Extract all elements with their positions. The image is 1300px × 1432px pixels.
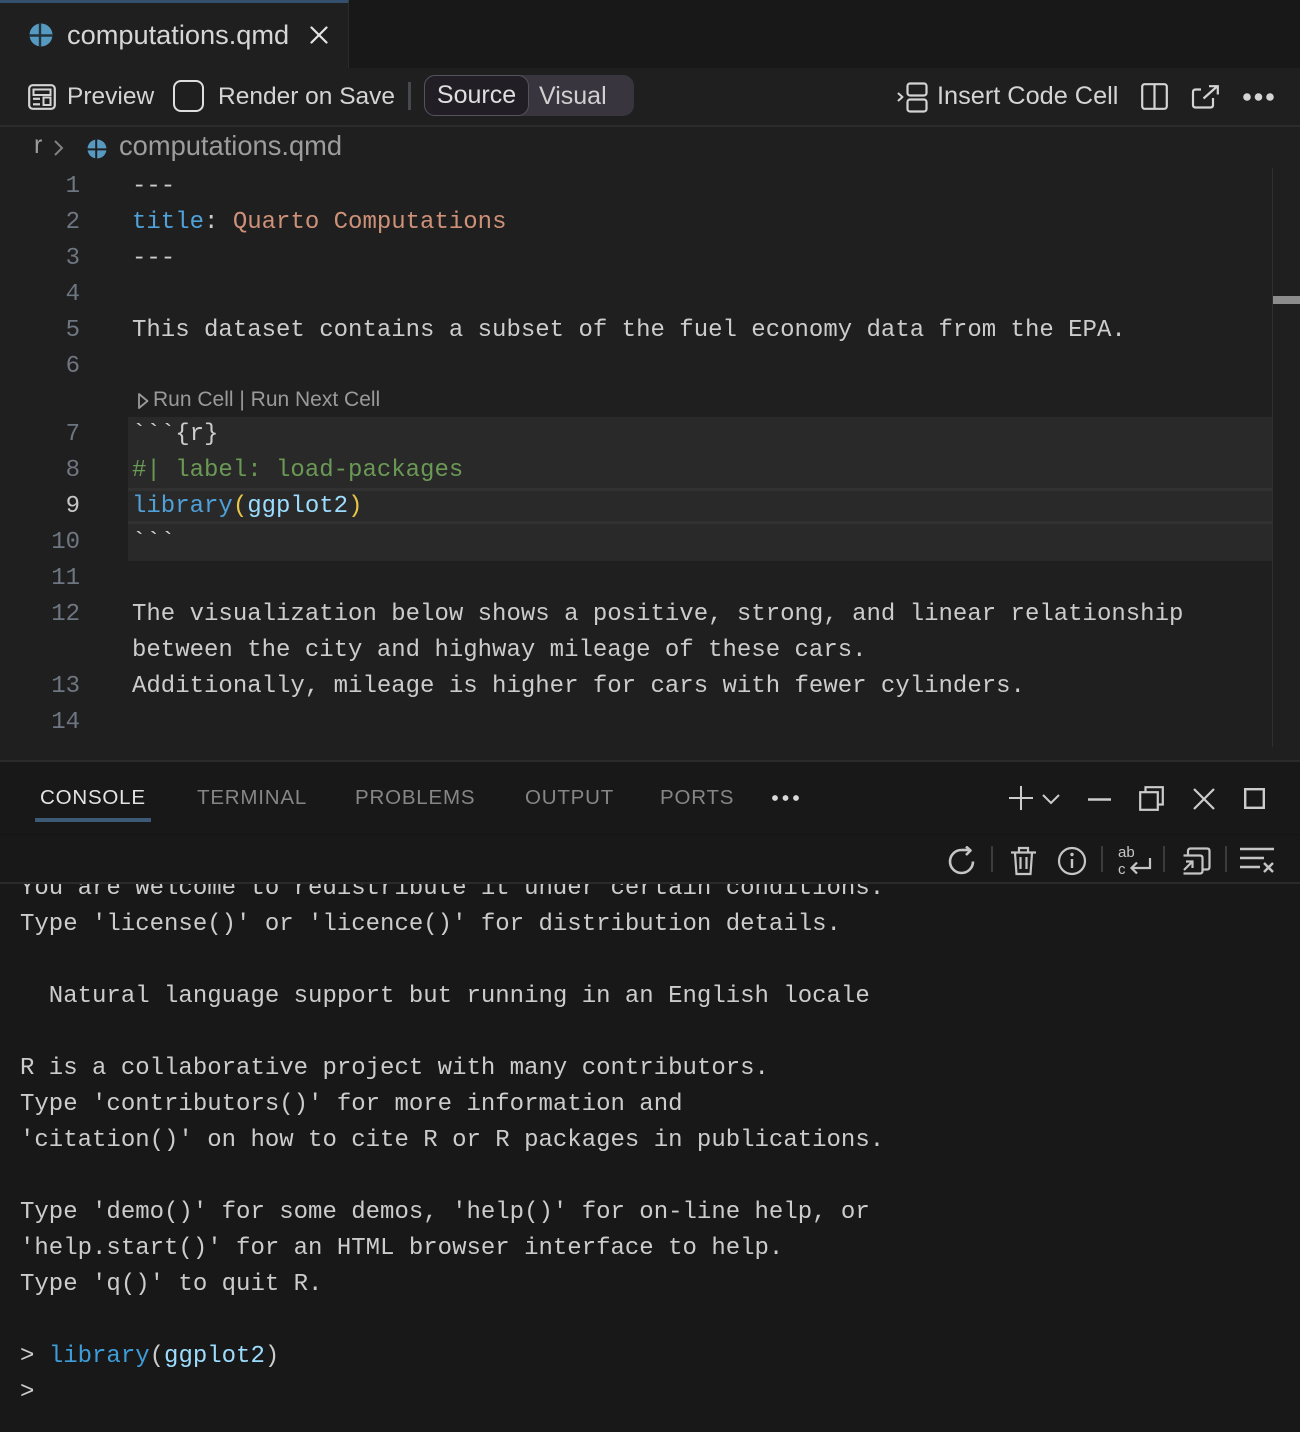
svg-text:c: c <box>1118 861 1126 878</box>
svg-text:ab: ab <box>1118 844 1135 861</box>
